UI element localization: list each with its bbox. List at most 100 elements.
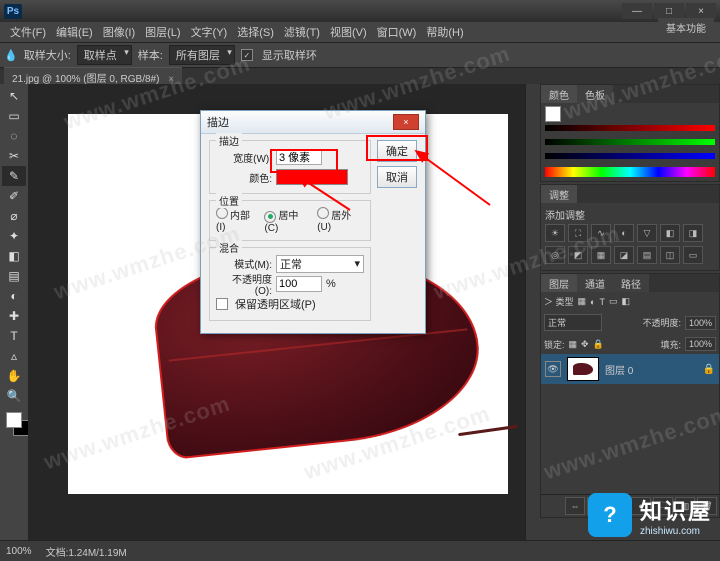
adj-posterize-icon[interactable]: ▤ xyxy=(637,246,657,264)
adj-invert-icon[interactable]: ◪ xyxy=(614,246,634,264)
spectrum-bar[interactable] xyxy=(545,167,715,177)
filter-adjust-icon[interactable]: ◐ xyxy=(590,297,595,307)
workspace-switcher[interactable]: 基本功能 xyxy=(658,18,714,37)
fill-input[interactable]: 100% xyxy=(685,337,716,351)
link-layers-icon[interactable]: ⇔ xyxy=(565,497,585,515)
layer-thumbnail[interactable] xyxy=(567,357,599,381)
tool-marquee[interactable]: ▭ xyxy=(2,106,26,126)
tool-brush[interactable]: ✐ xyxy=(2,186,26,206)
lock-position-icon[interactable]: ✥ xyxy=(581,339,589,350)
menu-window[interactable]: 窗口(W) xyxy=(373,22,421,42)
tab-color[interactable]: 颜色 xyxy=(541,85,577,103)
r-slider[interactable] xyxy=(545,121,715,135)
options-bar: 💧 取样大小: 取样点 样本: 所有图层 ✓ 显示取样环 基本功能 xyxy=(0,43,720,68)
show-ring-label: 显示取样环 xyxy=(262,47,317,63)
adj-gradient-map-icon[interactable]: ▭ xyxy=(683,246,703,264)
filter-pixel-icon[interactable]: ▦ xyxy=(578,296,587,307)
menu-file[interactable]: 文件(F) xyxy=(6,22,50,42)
adj-brightness-icon[interactable]: ☀ xyxy=(545,224,565,242)
dlg-opacity-label: 不透明度(O): xyxy=(216,271,272,297)
dialog-close-button[interactable]: × xyxy=(393,114,419,130)
mini-fg-swatch[interactable] xyxy=(545,106,561,122)
adj-threshold-icon[interactable]: ◫ xyxy=(660,246,680,264)
tool-gradient[interactable]: ◧ xyxy=(2,246,26,266)
minimize-button[interactable]: — xyxy=(622,3,652,19)
layers-panel: 图层 通道 路径 ＞ 类型 ▦ ◐ T ▭ ◧ 正常 不透明度: 100% 锁定… xyxy=(540,273,720,518)
tool-eyedropper[interactable]: ✎ xyxy=(2,166,26,186)
zoom-level[interactable]: 100% xyxy=(6,546,32,557)
layer-row[interactable]: 👁 图层 0 🔒 xyxy=(541,354,719,384)
g-slider[interactable] xyxy=(545,135,715,149)
b-slider[interactable] xyxy=(545,149,715,163)
adj-bw-icon[interactable]: ◨ xyxy=(683,224,703,242)
mode-select[interactable]: 正常▾ xyxy=(276,255,364,273)
panel-dock-collapsed[interactable] xyxy=(525,84,540,541)
adj-levels-icon[interactable]: ⛶ xyxy=(568,224,588,242)
eyedropper-icon[interactable]: 💧 xyxy=(4,49,18,62)
lock-pixels-icon[interactable]: ▦ xyxy=(569,339,578,350)
ok-button[interactable]: 确定 xyxy=(377,140,417,162)
tool-stamp[interactable]: ✦ xyxy=(2,226,26,246)
tool-heal[interactable]: ⌀ xyxy=(2,206,26,226)
tool-shape[interactable]: ▵ xyxy=(2,346,26,366)
tool-eraser[interactable]: ▤ xyxy=(2,266,26,286)
tool-lasso[interactable]: ◌ xyxy=(2,126,26,146)
brand-url: zhishiwu.com xyxy=(640,526,712,537)
tool-pen[interactable]: ✚ xyxy=(2,306,26,326)
menu-view[interactable]: 视图(V) xyxy=(326,22,371,42)
menu-image[interactable]: 图像(I) xyxy=(99,22,139,42)
sample-select[interactable]: 所有图层 xyxy=(169,45,235,65)
width-input[interactable] xyxy=(276,149,322,165)
blend-mode-select[interactable]: 正常 xyxy=(544,314,602,331)
maximize-button[interactable]: □ xyxy=(654,3,684,19)
leaf-stem xyxy=(458,425,518,436)
adj-vibrance-icon[interactable]: ▽ xyxy=(637,224,657,242)
tool-type[interactable]: T xyxy=(2,326,26,346)
tab-adjustments[interactable]: 调整 xyxy=(541,185,577,203)
doc-size[interactable]: 文档:1.24M/1.19M xyxy=(46,544,127,559)
layer-visibility-icon[interactable]: 👁 xyxy=(545,361,561,377)
radio-inside[interactable] xyxy=(216,207,228,219)
filter-smart-icon[interactable]: ◧ xyxy=(621,296,630,307)
opacity-unit: % xyxy=(326,278,336,290)
lock-all-icon[interactable]: 🔒 xyxy=(593,339,604,350)
menu-layer[interactable]: 图层(L) xyxy=(141,22,184,42)
filter-shape-icon[interactable]: ▭ xyxy=(609,296,618,307)
cancel-button[interactable]: 取消 xyxy=(377,166,417,188)
radio-outside[interactable] xyxy=(317,207,329,219)
filter-type-icon[interactable]: T xyxy=(599,297,605,307)
group-position: 位置 内部(I) 居中(C) 居外(U) xyxy=(209,200,371,241)
tool-dodge[interactable]: ◐ xyxy=(2,286,26,306)
menu-select[interactable]: 选择(S) xyxy=(233,22,278,42)
adj-exposure-icon[interactable]: ◐ xyxy=(614,224,634,242)
menu-filter[interactable]: 滤镜(T) xyxy=(280,22,324,42)
dlg-opacity-input[interactable] xyxy=(276,276,322,292)
dialog-titlebar[interactable]: 描边 × xyxy=(201,111,425,134)
menu-edit[interactable]: 编辑(E) xyxy=(52,22,97,42)
tool-hand[interactable]: ✋ xyxy=(2,366,26,386)
adj-photo-filter-icon[interactable]: ◎ xyxy=(545,246,565,264)
tool-zoom[interactable]: 🔍 xyxy=(2,386,26,406)
menu-type[interactable]: 文字(Y) xyxy=(187,22,232,42)
radio-center[interactable] xyxy=(264,211,276,223)
tab-paths[interactable]: 路径 xyxy=(613,274,649,292)
menu-help[interactable]: 帮助(H) xyxy=(422,22,467,42)
preserve-transparency-checkbox[interactable] xyxy=(216,298,228,310)
tab-channels[interactable]: 通道 xyxy=(577,274,613,292)
color-swatches[interactable] xyxy=(6,412,22,444)
adj-color-lookup-icon[interactable]: ▦ xyxy=(591,246,611,264)
tab-swatch[interactable]: 色板 xyxy=(577,85,613,103)
tool-move[interactable]: ↖ xyxy=(2,86,26,106)
tab-layers[interactable]: 图层 xyxy=(541,274,577,292)
tool-crop[interactable]: ✂ xyxy=(2,146,26,166)
opacity-input[interactable]: 100% xyxy=(685,316,716,330)
show-ring-checkbox[interactable]: ✓ xyxy=(241,49,253,61)
adj-channel-mixer-icon[interactable]: ◩ xyxy=(568,246,588,264)
close-button[interactable]: × xyxy=(686,3,716,19)
foreground-swatch[interactable] xyxy=(6,412,22,428)
layer-name[interactable]: 图层 0 xyxy=(605,362,633,377)
sample-size-select[interactable]: 取样点 xyxy=(77,45,132,65)
adj-curves-icon[interactable]: ∿ xyxy=(591,224,611,242)
adj-hue-icon[interactable]: ◧ xyxy=(660,224,680,242)
stroke-color-swatch[interactable] xyxy=(276,169,348,185)
